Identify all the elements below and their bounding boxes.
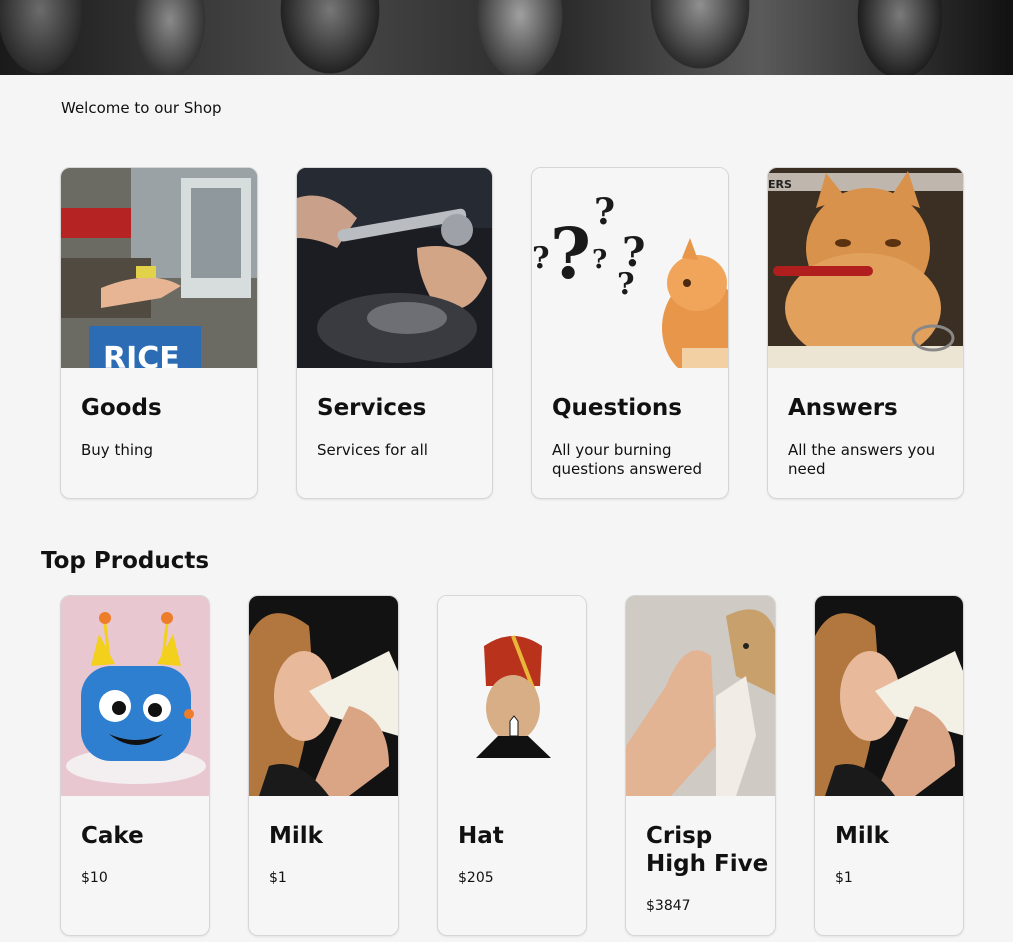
product-card-milk[interactable]: Milk $1 xyxy=(248,595,399,936)
category-title: Answers xyxy=(788,395,898,421)
section-title-top-products: Top Products xyxy=(41,548,210,574)
product-card-crisp-high-five[interactable]: Crisp High Five $3847 xyxy=(625,595,776,936)
woman-drinking-milk-photo xyxy=(815,596,963,796)
category-title: Goods xyxy=(81,395,162,421)
svg-text:?: ? xyxy=(594,191,615,233)
product-title: Cake xyxy=(81,823,144,849)
fez-hat-photo xyxy=(438,596,586,796)
svg-text:ERS: ERS xyxy=(768,178,792,191)
question-cat-photo: ? ? ? ? ? ? xyxy=(532,168,728,368)
monster-cake-photo xyxy=(61,596,209,796)
product-card-cake[interactable]: Cake $10 xyxy=(60,595,210,936)
product-price: $1 xyxy=(835,870,853,886)
dog-high-five-photo xyxy=(626,596,775,796)
product-title: Milk xyxy=(835,823,889,849)
svg-text:?: ? xyxy=(532,241,550,276)
cat-glasses-photo: ERS xyxy=(768,168,963,368)
woman-drinking-milk-photo xyxy=(249,596,398,796)
svg-text:?: ? xyxy=(617,267,635,302)
svg-text:?: ? xyxy=(550,212,591,295)
product-title: Hat xyxy=(458,823,504,849)
category-title: Services xyxy=(317,395,427,421)
category-card-questions[interactable]: ? ? ? ? ? ? Questions All your burning q… xyxy=(531,167,729,499)
category-desc: Services for all xyxy=(317,441,428,459)
checkout-photo: RICE xyxy=(61,168,257,368)
welcome-text: Welcome to our Shop xyxy=(61,99,222,117)
hero-banner xyxy=(0,0,1013,75)
product-card-milk-2[interactable]: Milk $1 xyxy=(814,595,964,936)
category-card-services[interactable]: Services Services for all xyxy=(296,167,493,499)
wrench-photo xyxy=(297,168,492,368)
category-desc: All the answers you need xyxy=(788,441,936,478)
product-price: $1 xyxy=(269,870,287,886)
category-desc: Buy thing xyxy=(81,441,154,459)
product-card-hat[interactable]: Hat $205 xyxy=(437,595,587,936)
category-desc: All your burning questions answered xyxy=(552,441,702,478)
category-title: Questions xyxy=(552,395,682,421)
product-title: Milk xyxy=(269,823,323,849)
svg-text:RICE: RICE xyxy=(103,341,180,368)
category-card-goods[interactable]: RICE Goods Buy thing xyxy=(60,167,258,499)
product-title: Crisp High Five xyxy=(646,823,769,877)
svg-text:?: ? xyxy=(592,245,607,275)
product-price: $205 xyxy=(458,870,494,886)
product-price: $3847 xyxy=(646,898,691,914)
product-price: $10 xyxy=(81,870,108,886)
category-card-answers[interactable]: ERS Answers All the answers you need xyxy=(767,167,964,499)
